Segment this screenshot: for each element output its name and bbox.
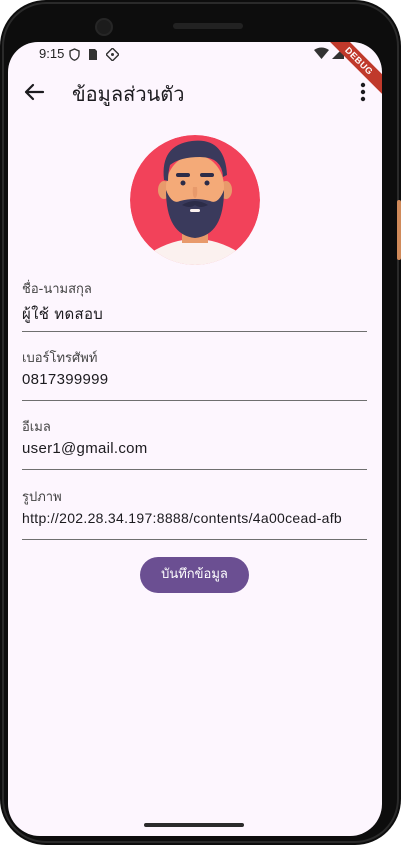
- shield-icon: [69, 48, 80, 61]
- fullname-label: ชื่อ-นามสกุล: [22, 282, 92, 297]
- back-button[interactable]: [20, 78, 48, 106]
- phone-label: เบอร์โทรศัพท์: [22, 351, 98, 366]
- phone-field[interactable]: เบอร์โทรศัพท์ 0817399999: [22, 347, 367, 407]
- home-indicator[interactable]: [144, 823, 244, 827]
- bearded-man-avatar-icon: [130, 135, 260, 265]
- profile-avatar[interactable]: [130, 135, 260, 265]
- sim-card-icon: [89, 49, 97, 60]
- fullname-input[interactable]: ผู้ใช้ ทดสอบ: [22, 302, 367, 326]
- app-screen: 9:15 DEBUG ข้อมูลส่วนตัว ชื่อ-นามสกุล ผู…: [8, 42, 382, 836]
- image-url-input[interactable]: http://202.28.34.197:8888/contents/4a00c…: [22, 510, 367, 526]
- phone-input[interactable]: 0817399999: [22, 371, 367, 388]
- email-field[interactable]: อีเมล user1@gmail.com: [22, 416, 367, 476]
- status-bar: 9:15 DEBUG: [8, 42, 382, 98]
- page-title: ข้อมูลส่วนตัว: [72, 82, 185, 106]
- more-options-button[interactable]: [358, 80, 368, 104]
- image-url-field[interactable]: รูปภาพ http://202.28.34.197:8888/content…: [22, 486, 367, 546]
- phone-underline: [22, 400, 367, 401]
- phone-frame: 9:15 DEBUG ข้อมูลส่วนตัว ชื่อ-นามสกุล ผู…: [0, 0, 401, 845]
- arrow-back-icon: [24, 83, 45, 101]
- image-url-label: รูปภาพ: [22, 490, 62, 505]
- app-bar: ข้อมูลส่วนตัว: [8, 72, 382, 112]
- front-camera: [95, 18, 113, 36]
- fullname-underline: [22, 331, 367, 332]
- save-button[interactable]: บันทึกข้อมูล: [140, 557, 249, 593]
- power-button[interactable]: [397, 200, 401, 260]
- email-underline: [22, 469, 367, 470]
- data-saver-icon: [106, 48, 119, 61]
- email-input[interactable]: user1@gmail.com: [22, 440, 367, 457]
- more-vert-icon: [360, 82, 366, 102]
- earpiece-speaker: [173, 23, 243, 29]
- image-url-underline: [22, 539, 367, 540]
- status-time: 9:15: [39, 46, 65, 61]
- wifi-icon: [314, 47, 329, 59]
- fullname-field[interactable]: ชื่อ-นามสกุล ผู้ใช้ ทดสอบ: [22, 278, 367, 338]
- email-label: อีเมล: [22, 420, 51, 435]
